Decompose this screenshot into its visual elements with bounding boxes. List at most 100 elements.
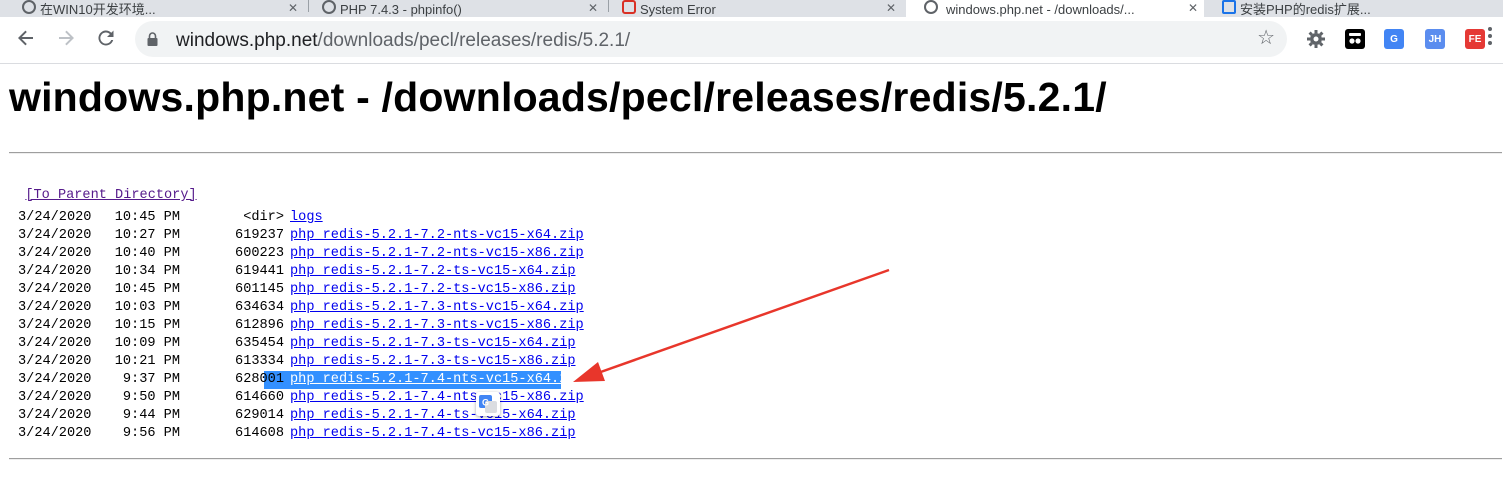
jh-extension-icon[interactable]: JH <box>1425 29 1445 49</box>
lock-icon <box>147 32 158 46</box>
file-size: 613334 <box>235 354 284 369</box>
file-row: 3/24/2020 9:37 PM 628001 php_redis-5.2.1-7.… <box>18 371 584 389</box>
file-link[interactable]: php_redis-5.2.1-7.2-ts-vc15-x64.zip <box>290 264 576 279</box>
fe-helper-icon[interactable]: FE <box>1465 29 1485 49</box>
file-time: 9:37 PM <box>122 372 180 387</box>
file-link[interactable]: php_redis-5.2.1-7.3-nts-vc15-x86.zip <box>290 318 584 333</box>
extension-label: JH <box>1428 33 1442 45</box>
svg-text:G: G <box>482 398 489 408</box>
file-link[interactable]: php_redis-5.2.1-7.4-nts-vc15-x86.zip <box>290 390 584 405</box>
file-time: 10:27 PM <box>114 228 180 243</box>
file-link[interactable]: php_redis-5.2.1-7.4-ts-vc15-x64.zip <box>290 408 576 423</box>
close-icon[interactable]: ✕ <box>1188 1 1198 15</box>
file-size: 614608 <box>235 426 284 441</box>
file-link[interactable]: php_redis-5.2.1-7.2-nts-vc15-x86.zip <box>290 246 584 261</box>
browser-menu-icon[interactable] <box>1487 27 1493 45</box>
file-date: 3/24/2020 <box>18 210 92 225</box>
file-time: 9:50 PM <box>122 390 180 405</box>
file-link[interactable]: php_redis-5.2.1-7.3-ts-vc15-x64.zip <box>290 336 576 351</box>
browser-tab-1[interactable]: 在WIN10开发环境... ✕ <box>22 0 304 17</box>
google-translate-icon: G <box>479 395 497 413</box>
divider <box>9 152 1502 154</box>
globe-icon <box>22 0 36 14</box>
browser-tab-3[interactable]: System Error ✕ <box>622 0 902 17</box>
tab-title: System Error <box>640 2 716 17</box>
file-time: 10:45 PM <box>114 210 180 225</box>
bookmark-site-icon <box>1222 0 1236 14</box>
forward-arrow-icon <box>59 30 74 46</box>
file-name-cell: logs <box>290 210 323 225</box>
file-link[interactable]: php_redis-5.2.1-7.4-ts-vc15-x86.zip <box>290 426 576 441</box>
google-translate-icon[interactable]: G <box>1384 29 1404 49</box>
address-bar[interactable]: windows.php.net/downloads/pecl/releases/… <box>135 21 1287 57</box>
file-link[interactable]: php_redis-5.2.1-7.2-nts-vc15-x64.zip <box>290 228 584 243</box>
divider <box>9 458 1502 460</box>
file-name-cell: php_redis-5.2.1-7.4-ts-vc15-x64.zip <box>290 408 576 423</box>
file-time: 10:21 PM <box>114 354 180 369</box>
file-link[interactable]: php_redis-5.2.1-7.4-nts-vc15-x64.zip <box>290 372 584 387</box>
file-name-cell: php_redis-5.2.1-7.4-ts-vc15-x86.zip <box>290 426 576 441</box>
file-time: 9:56 PM <box>122 426 180 441</box>
tab-title: PHP 7.4.3 - phpinfo() <box>340 2 462 17</box>
close-icon[interactable]: ✕ <box>288 1 298 15</box>
file-date: 3/24/2020 <box>18 372 92 387</box>
file-size: 614660 <box>235 390 284 405</box>
file-date: 3/24/2020 <box>18 408 92 423</box>
reload-button[interactable] <box>92 24 120 52</box>
url-host: windows.php.net <box>176 30 318 51</box>
file-row: 3/24/2020 10:45 PM 601145 php_redis-5.2.1-7… <box>18 281 584 299</box>
browser-tab-5[interactable]: 安装PHP的redis扩展... <box>1222 0 1503 17</box>
browser-tab-active[interactable]: windows.php.net - /downloads/... ✕ <box>906 0 1204 17</box>
file-size: 635454 <box>235 336 284 351</box>
close-icon[interactable]: ✕ <box>886 1 896 15</box>
back-button[interactable] <box>12 24 40 52</box>
url-path: /downloads/pecl/releases/redis/5.2.1/ <box>317 30 631 51</box>
file-date: 3/24/2020 <box>18 390 92 405</box>
file-row: 3/24/2020 10:27 PM 619237 php_redis-5.2.1-7… <box>18 227 584 245</box>
file-size: 619237 <box>235 228 284 243</box>
translate-popup-button[interactable]: G <box>476 392 500 416</box>
file-size: <dir> <box>243 210 284 225</box>
file-name-cell: php_redis-5.2.1-7.3-ts-vc15-x64.zip <box>290 336 576 351</box>
tab-divider <box>608 0 609 12</box>
file-time: 10:40 PM <box>114 246 180 261</box>
file-row: 3/24/2020 10:40 PM 600223 php_redis-5.2.1-7… <box>18 245 584 263</box>
parent-directory-link[interactable]: [To Parent Directory] <box>25 188 196 203</box>
url-text[interactable]: windows.php.net/downloads/pecl/releases/… <box>176 30 630 52</box>
globe-icon <box>322 0 336 14</box>
file-time: 10:15 PM <box>114 318 180 333</box>
file-link[interactable]: php_redis-5.2.1-7.3-ts-vc15-x86.zip <box>290 354 576 369</box>
extension-label: FE <box>1468 33 1482 45</box>
file-name-cell: php_redis-5.2.1-7.3-nts-vc15-x86.zip <box>290 318 584 333</box>
file-date: 3/24/2020 <box>18 264 92 279</box>
file-link[interactable]: php_redis-5.2.1-7.2-ts-vc15-x86.zip <box>290 282 576 297</box>
extension-label: G <box>1390 33 1398 45</box>
browser-tab-2[interactable]: PHP 7.4.3 - phpinfo() ✕ <box>322 0 604 17</box>
tampermonkey-icon[interactable] <box>1345 29 1365 49</box>
file-size: 601145 <box>235 282 284 297</box>
file-name-cell: php_redis-5.2.1-7.3-ts-vc15-x86.zip <box>290 354 576 369</box>
forward-button[interactable] <box>52 24 80 52</box>
file-name-cell: php_redis-5.2.1-7.4-nts-vc15-x86.zip <box>290 390 584 405</box>
file-link[interactable]: php_redis-5.2.1-7.3-nts-vc15-x64.zip <box>290 300 584 315</box>
gear-extension-icon[interactable] <box>1306 29 1326 49</box>
parent-directory-link-container: [To Parent Directory] <box>9 173 196 203</box>
file-date: 3/24/2020 <box>18 426 92 441</box>
bookmark-star-icon[interactable]: ☆ <box>1257 28 1275 48</box>
page-title: windows.php.net - /downloads/pecl/releas… <box>9 74 1107 120</box>
file-row: 3/24/2020 10:21 PM 613334 php_redis-5.2.1-7… <box>18 353 584 371</box>
tab-title: 安装PHP的redis扩展... <box>1240 2 1371 17</box>
file-name-cell: php_redis-5.2.1-7.4-nts-vc15-x64.zip <box>290 372 584 387</box>
file-row: 3/24/2020 9:56 PM 614608 php_redis-5.2.1-7.… <box>18 425 584 443</box>
file-name-cell: php_redis-5.2.1-7.2-nts-vc15-x86.zip <box>290 246 584 261</box>
file-link[interactable]: logs <box>290 210 323 225</box>
file-size: 629014 <box>235 408 284 423</box>
file-name-cell: php_redis-5.2.1-7.2-ts-vc15-x86.zip <box>290 282 576 297</box>
file-row: 3/24/2020 10:03 PM 634634 php_redis-5.2.1-7… <box>18 299 584 317</box>
reload-icon <box>98 30 114 46</box>
close-icon[interactable]: ✕ <box>588 1 598 15</box>
file-row: 3/24/2020 10:34 PM 619441 php_redis-5.2.1-7… <box>18 263 584 281</box>
browser-toolbar: windows.php.net/downloads/pecl/releases/… <box>0 17 1503 64</box>
error-page-icon <box>622 0 636 14</box>
file-size: 628001 <box>235 372 284 387</box>
